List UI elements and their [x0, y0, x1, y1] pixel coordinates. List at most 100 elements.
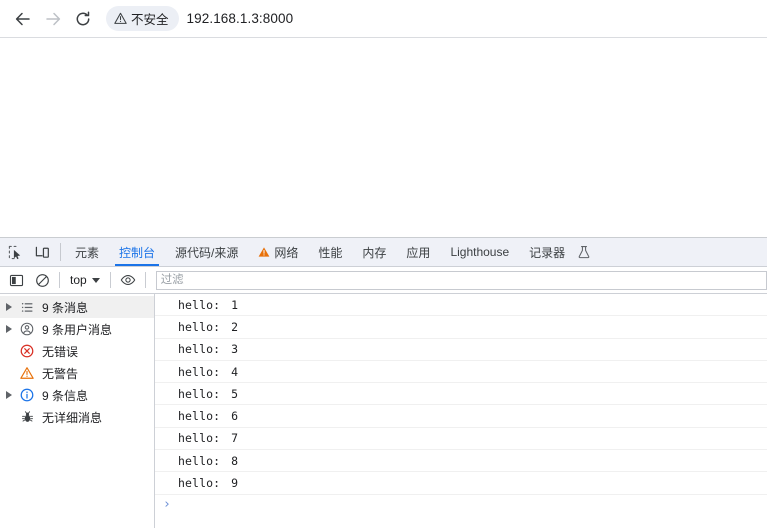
tab-label: 内存 [362, 245, 387, 260]
expand-triangle-icon[interactable] [2, 325, 16, 333]
flask-icon [578, 246, 590, 259]
tab-label: 性能 [318, 245, 343, 260]
tab-label: 应用 [406, 245, 431, 260]
console-message-row[interactable]: hello: 8 [155, 450, 767, 473]
message-value: 2 [231, 319, 239, 334]
tab-sources[interactable]: 源代码/来源 [165, 238, 248, 266]
list-icon [16, 301, 38, 314]
tab-elements[interactable]: 元素 [65, 238, 109, 266]
tab-memory[interactable]: 内存 [352, 238, 396, 266]
sidebar-item-verbose[interactable]: 无详细消息 [0, 406, 154, 428]
chevron-down-icon [91, 277, 100, 283]
message-label: hello: [178, 297, 221, 312]
expand-triangle-icon[interactable] [2, 303, 16, 311]
message-label: hello: [178, 342, 221, 357]
sidebar-item-label: 9 条信息 [42, 388, 89, 403]
tab-application[interactable]: 应用 [396, 238, 440, 266]
message-value: 4 [231, 364, 239, 379]
message-value: 3 [231, 342, 239, 357]
tab-recorder[interactable]: 记录器 [519, 238, 575, 266]
sidebar-item-warnings[interactable]: 无警告 [0, 362, 154, 384]
warning-triangle-icon [258, 247, 270, 257]
bug-icon [16, 410, 38, 424]
message-value: 7 [231, 431, 239, 446]
forward-button[interactable] [38, 4, 68, 34]
security-status-label: 不安全 [131, 13, 169, 27]
console-message-row[interactable]: hello: 4 [155, 361, 767, 384]
sidebar-item-errors[interactable]: 无错误 [0, 340, 154, 362]
info-circle-icon [16, 388, 38, 402]
tab-label: 网络 [274, 245, 299, 260]
console-sidebar-toggle-button[interactable] [3, 268, 29, 292]
device-toolbar-button[interactable] [29, 238, 56, 266]
device-toolbar-icon [35, 246, 49, 258]
url-text: 192.168.1.3:8000 [186, 11, 294, 26]
message-value: 6 [231, 409, 239, 424]
toolbar-divider [109, 272, 111, 288]
warning-triangle-icon [16, 366, 38, 380]
sidebar-item-all-messages[interactable]: 9 条消息 [0, 296, 154, 318]
console-message-row[interactable]: hello: 9 [155, 472, 767, 495]
message-label: hello: [178, 319, 221, 334]
experiments-flask-button[interactable] [575, 238, 599, 266]
live-expression-button[interactable] [115, 268, 141, 292]
sidebar-item-label: 无详细消息 [42, 410, 103, 425]
message-value: 5 [231, 386, 239, 401]
sidebar-item-user-messages[interactable]: 9 条用户消息 [0, 318, 154, 340]
console-message-row[interactable]: hello: 3 [155, 339, 767, 361]
tab-lighthouse[interactable]: Lighthouse [440, 238, 519, 266]
toolbar-divider [59, 272, 60, 288]
inspect-element-button[interactable] [2, 238, 29, 266]
console-message-row[interactable]: hello: 2 [155, 316, 767, 339]
browser-toolbar: 不安全 192.168.1.3:8000 [0, 0, 767, 38]
console-message-row[interactable]: hello: 6 [155, 405, 767, 428]
clear-console-icon [35, 273, 49, 287]
security-status-chip[interactable]: 不安全 [106, 6, 179, 31]
sidebar-item-label: 9 条用户消息 [42, 322, 113, 337]
back-arrow-icon [15, 12, 30, 25]
console-message-list[interactable]: hello: 1 hello: 2 hello: 3 hello: 4 hell… [155, 294, 767, 528]
tab-label: 元素 [75, 245, 100, 260]
console-toolbar: top [0, 267, 767, 294]
console-sidebar: 9 条消息 9 条用户消息 无错误 无警告 9 条信息 无详细消息 [0, 294, 155, 528]
console-filter-input[interactable] [155, 270, 767, 290]
message-label: hello: [178, 431, 221, 446]
live-expression-eye-icon [120, 275, 135, 285]
user-circle-icon [16, 322, 38, 336]
execution-context-label: top [70, 273, 87, 287]
tab-console[interactable]: 控制台 [109, 238, 165, 266]
sidebar-item-label: 无错误 [42, 344, 79, 359]
message-value: 1 [231, 297, 239, 312]
warning-triangle-icon [114, 12, 127, 24]
tab-network[interactable]: 网络 [248, 238, 308, 266]
error-circle-icon [16, 344, 38, 358]
message-value: 8 [231, 453, 239, 468]
back-button[interactable] [8, 4, 38, 34]
console-message-row[interactable]: hello: 1 [155, 294, 767, 317]
console-body: 9 条消息 9 条用户消息 无错误 无警告 9 条信息 无详细消息 hello:… [0, 294, 767, 528]
tab-label: Lighthouse [450, 245, 510, 259]
reload-icon [76, 11, 90, 25]
expand-triangle-icon[interactable] [2, 391, 16, 399]
message-value: 9 [231, 476, 239, 491]
clear-console-button[interactable] [29, 268, 55, 292]
sidebar-item-label: 9 条消息 [42, 300, 89, 315]
execution-context-selector[interactable]: top [64, 270, 106, 290]
message-label: hello: [178, 386, 221, 401]
prompt-caret-icon: › [163, 497, 171, 513]
sidebar-item-label: 无警告 [42, 366, 79, 381]
console-message-row[interactable]: hello: 5 [155, 383, 767, 406]
console-prompt[interactable]: › [155, 495, 767, 515]
devtools-tabbar: 元素 控制台 源代码/来源 网络 性能 内存 应用 Lighthouse 记录器 [0, 238, 767, 267]
sidebar-item-info[interactable]: 9 条信息 [0, 384, 154, 406]
console-message-row[interactable]: hello: 7 [155, 428, 767, 451]
reload-button[interactable] [68, 4, 98, 34]
toolbar-divider [144, 272, 146, 288]
tab-label: 记录器 [529, 245, 566, 260]
address-bar[interactable]: 不安全 192.168.1.3:8000 [106, 4, 759, 33]
inspect-element-icon [8, 245, 21, 259]
message-label: hello: [178, 453, 221, 468]
tab-performance[interactable]: 性能 [308, 238, 352, 266]
message-label: hello: [178, 409, 221, 424]
message-label: hello: [178, 476, 221, 491]
